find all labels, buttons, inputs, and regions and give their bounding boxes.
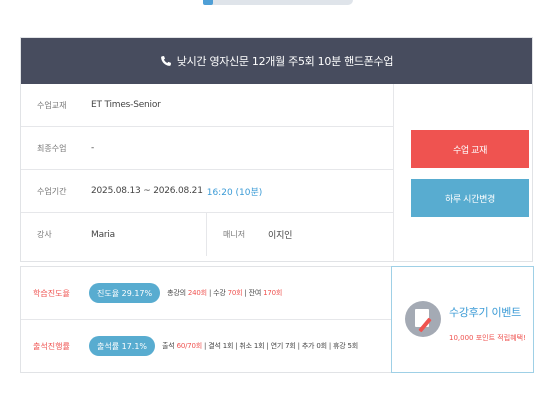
change-time-button[interactable]: 하루 시간변경 xyxy=(411,179,529,217)
attended-label: 출석 xyxy=(162,342,175,350)
info-label: 수업기간 xyxy=(37,186,67,196)
info-row-period: 수업기간 2025.08.13 ~ 2026.08.21 16:20 (10분) xyxy=(21,170,393,213)
progress-pill: 진도율 29.17% xyxy=(89,283,161,303)
last-lesson-value: - xyxy=(91,143,95,153)
remaining-lessons-value: 170회 xyxy=(263,289,283,297)
info-label: 매니저 xyxy=(223,230,246,239)
total-lessons-label: 총강의 xyxy=(167,289,186,297)
course-title: 낮시간 영자신문 12개월 주5회 10분 핸드폰수업 xyxy=(176,55,394,68)
remaining-lessons-label: | 잔여 xyxy=(244,289,262,297)
manager-value: 이지인 xyxy=(268,231,293,241)
review-event-banner[interactable]: 수강후기 이벤트 10,000 포인트 적립혜택! xyxy=(391,266,534,373)
info-row-last-lesson: 최종수업 - xyxy=(21,127,393,170)
event-subtitle: 10,000 포인트 적립혜택! xyxy=(449,334,526,342)
attendance-row: 출석진행률 출석률 17.1% 출석 60/70회 | 결석 1회 | 취소 1… xyxy=(21,320,391,372)
teacher-value: Maria xyxy=(91,229,115,240)
review-pen-icon xyxy=(405,301,441,337)
attendance-detail: 출석 60/70회 | 결석 1회 | 취소 1회 | 연기 7회 | 추가 0… xyxy=(162,341,358,351)
event-title: 수강후기 이벤트 xyxy=(449,306,521,319)
info-row-staff: 강사 Maria 매니저 이지인 xyxy=(21,213,393,256)
taken-lessons-label: | 수강 xyxy=(208,289,226,297)
info-label: 최종수업 xyxy=(37,143,67,153)
course-card: 낮시간 영자신문 12개월 주5회 10분 핸드폰수업 수업교재 ET Time… xyxy=(20,37,533,262)
book-icon xyxy=(203,0,213,5)
progress-detail: 총강의 240회 | 수강 70회 | 잔여 170회 xyxy=(167,288,282,298)
page-title-partial xyxy=(0,0,556,8)
textbook-value: ET Times-Senior xyxy=(91,100,161,110)
total-lessons-value: 240회 xyxy=(187,289,207,297)
progress-label: 학습진도율 xyxy=(33,288,70,298)
progress-row: 학습진도율 진도율 29.17% 총강의 240회 | 수강 70회 | 잔여 … xyxy=(21,267,391,320)
course-actions: 수업 교재 하루 시간변경 xyxy=(393,84,534,262)
info-label: 수업교재 xyxy=(37,100,67,110)
textbook-button[interactable]: 수업 교재 xyxy=(411,130,529,168)
course-header: 낮시간 영자신문 12개월 주5회 10분 핸드폰수업 xyxy=(21,38,532,84)
attendance-breakdown: | 결석 1회 | 취소 1회 | 연기 7회 | 추가 0회 | 휴강 5회 xyxy=(204,342,359,350)
phone-icon xyxy=(160,55,172,67)
attendance-label: 출석진행률 xyxy=(33,341,70,351)
info-label: 강사 xyxy=(37,230,52,239)
attendance-pill: 출석률 17.1% xyxy=(89,336,156,356)
page-title-blob xyxy=(203,0,353,5)
info-row-textbook: 수업교재 ET Times-Senior xyxy=(21,84,393,127)
period-value: 2025.08.13 ~ 2026.08.21 xyxy=(91,186,203,196)
stats-card: 학습진도율 진도율 29.17% 총강의 240회 | 수강 70회 | 잔여 … xyxy=(20,266,534,373)
lesson-time: 16:20 (10분) xyxy=(206,187,263,198)
attended-value: 60/70회 xyxy=(176,342,203,350)
taken-lessons-value: 70회 xyxy=(227,289,243,297)
course-info-table: 수업교재 ET Times-Senior 최종수업 - 수업기간 2025.08… xyxy=(21,84,393,256)
